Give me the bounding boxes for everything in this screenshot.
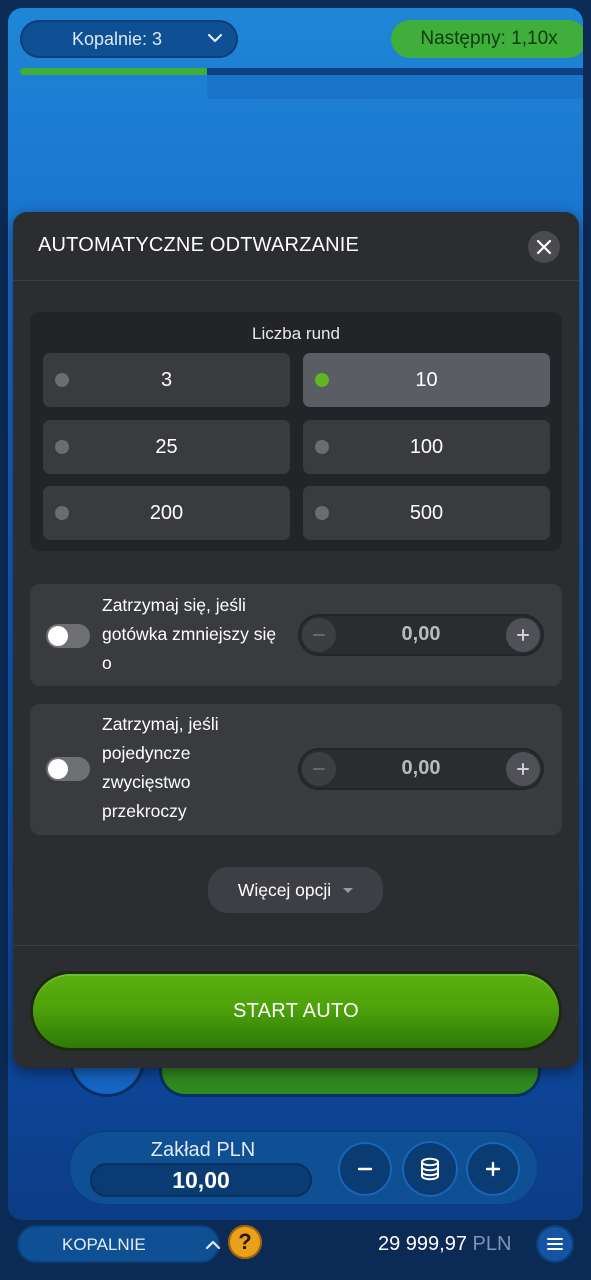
close-button[interactable] (528, 231, 560, 263)
stop-win-increase-button[interactable] (506, 752, 540, 786)
balance-amount: 29 999,97 (378, 1233, 467, 1255)
stop-loss-stepper: 0,00 (298, 614, 544, 656)
round-option[interactable]: 25 (43, 420, 290, 474)
round-option[interactable]: 100 (303, 420, 550, 474)
start-auto-button[interactable]: START AUTO (33, 974, 559, 1048)
radio-dot-icon (55, 373, 69, 387)
label-line: gotówka zmniejszy się (102, 624, 277, 644)
minus-icon (357, 1167, 373, 1171)
label-line: Zatrzymaj się, jeśli (102, 595, 246, 615)
bet-panel: Zakład PLN 10,00 (68, 1130, 539, 1206)
bet-amount-input[interactable]: 10,00 (90, 1163, 312, 1197)
stop-loss-section: Zatrzymaj się, jeśli gotówka zmniejszy s… (30, 584, 562, 686)
radio-dot-icon (315, 506, 329, 520)
progress-fill (20, 68, 208, 75)
menu-button[interactable] (536, 1225, 574, 1263)
chevron-up-icon (205, 1240, 221, 1250)
bet-decrease-button[interactable] (338, 1142, 392, 1196)
close-icon (536, 239, 552, 255)
progress-bar (20, 68, 583, 75)
round-option[interactable]: 200 (43, 486, 290, 540)
balance-currency: PLN (472, 1233, 512, 1255)
stop-win-label: Zatrzymaj, jeśli pojedyncze zwycięstwo p… (102, 710, 302, 826)
plus-icon (485, 1161, 501, 1177)
round-option[interactable]: 3 (43, 353, 290, 407)
radio-dot-icon (55, 506, 69, 520)
rounds-section: Liczba rund 3 10 25 100 200 500 (30, 312, 562, 551)
coins-stack-icon (421, 1157, 439, 1181)
label-line: przekroczy (102, 801, 187, 821)
mines-count-select[interactable]: Kopalnie: 3 (20, 20, 238, 58)
round-option-label: 25 (155, 435, 178, 458)
mines-count-label: Kopalnie: 3 (71, 28, 163, 49)
divider (13, 280, 579, 281)
stop-loss-toggle[interactable] (46, 624, 90, 648)
game-select[interactable]: KOPALNIE (17, 1225, 221, 1263)
round-option-label: 3 (160, 368, 173, 391)
label-line: Zatrzymaj, jeśli (102, 714, 219, 734)
help-button[interactable]: ? (228, 1225, 262, 1259)
stop-loss-increase-button[interactable] (506, 618, 540, 652)
modal-title: AUTOMATYCZNE ODTWARZANIE (38, 234, 360, 256)
round-option-label: 200 (149, 501, 184, 524)
rounds-title: Liczba rund (252, 324, 340, 343)
start-auto-label: START AUTO (233, 999, 359, 1022)
round-option[interactable]: 500 (303, 486, 550, 540)
stop-loss-label: Zatrzymaj się, jeśli gotówka zmniejszy s… (102, 591, 302, 678)
hamburger-menu-icon (547, 1238, 563, 1250)
progress-shadow (207, 75, 583, 99)
stop-win-stepper: 0,00 (298, 748, 544, 790)
caret-down-icon (343, 887, 354, 893)
more-options-label: Więcej opcji (237, 879, 332, 900)
next-multiplier-badge: Następny: 1,10x (391, 20, 583, 58)
bet-increase-button[interactable] (466, 1142, 520, 1196)
divider (13, 945, 579, 946)
radio-dot-icon (55, 440, 69, 454)
toggle-knob (48, 626, 68, 646)
bottom-bar: KOPALNIE ? 29 999,97 PLN (0, 1222, 591, 1280)
balance-display: 29 999,97 PLN (378, 1233, 511, 1256)
plus-icon (517, 629, 529, 641)
help-icon: ? (238, 1229, 252, 1254)
label-line: o (102, 653, 112, 673)
radio-dot-icon (315, 440, 329, 454)
stop-win-section: Zatrzymaj, jeśli pojedyncze zwycięstwo p… (30, 704, 562, 835)
autoplay-modal: AUTOMATYCZNE ODTWARZANIE Liczba rund 3 1… (13, 212, 579, 1068)
label-line: pojedyncze (102, 743, 191, 763)
bet-coins-button[interactable] (402, 1141, 458, 1197)
round-option-selected[interactable]: 10 (303, 353, 550, 407)
round-option-label: 10 (415, 368, 438, 391)
toggle-knob (48, 759, 68, 779)
plus-icon (517, 763, 529, 775)
round-option-label: 500 (409, 501, 444, 524)
round-option-label: 100 (409, 435, 444, 458)
game-select-label: KOPALNIE (62, 1235, 146, 1254)
more-options-button[interactable]: Więcej opcji (208, 867, 383, 913)
label-line: zwycięstwo (102, 772, 191, 792)
stop-win-toggle[interactable] (46, 757, 90, 781)
bet-label: Zakład PLN (150, 1139, 256, 1161)
radio-dot-icon (315, 373, 329, 387)
chevron-down-icon (207, 33, 223, 43)
